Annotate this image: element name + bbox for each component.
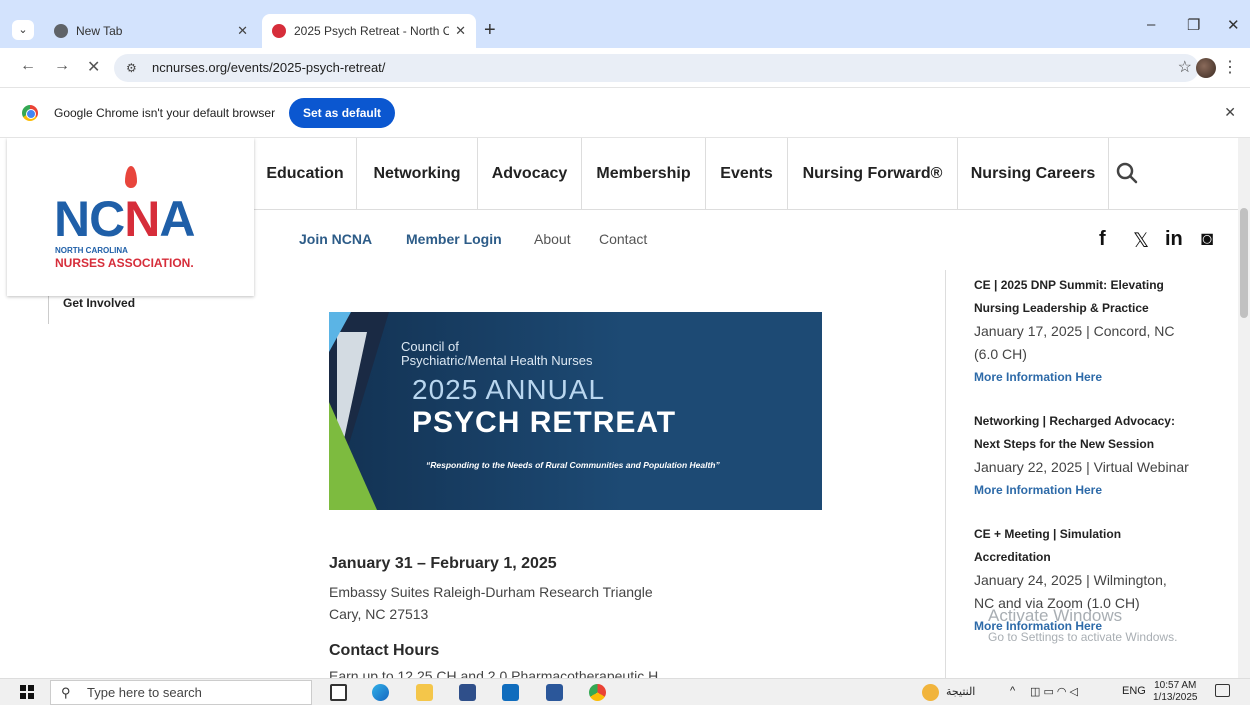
infobar-message: Google Chrome isn't your default browser [54, 106, 276, 120]
tab-psych-retreat[interactable]: 2025 Psych Retreat - North Caro ✕ [262, 14, 476, 48]
activate-windows-subtitle: Go to Settings to activate Windows. [988, 630, 1178, 644]
more-info-link[interactable]: More Information Here [974, 366, 1204, 389]
close-window-icon[interactable]: ✕ [1227, 16, 1240, 34]
tab-close-icon[interactable]: ✕ [237, 23, 248, 39]
page-scrollbar[interactable] [1238, 138, 1250, 678]
infobar-close-icon[interactable]: ✕ [1224, 104, 1236, 121]
contact-hours-text: Earn up to 12.25 CH and 2.0 Pharmacother… [329, 668, 670, 678]
tab-strip: ⌄ New Tab ✕ 2025 Psych Retreat - North C… [0, 0, 1250, 48]
sidebar-event-title[interactable]: CE | 2025 DNP Summit: Elevating Nursing L… [974, 274, 1204, 320]
nav-nursing-careers[interactable]: Nursing Careers [958, 138, 1109, 210]
event-city: Cary, NC 27513 [329, 606, 429, 622]
chrome-favicon-icon [54, 24, 68, 38]
sidebar-event: CE | 2025 DNP Summit: Elevating Nursing L… [974, 274, 1204, 389]
nav-events[interactable]: Events [706, 138, 788, 210]
store-icon[interactable] [459, 684, 476, 701]
language-indicator[interactable]: ENG [1122, 685, 1146, 697]
ncna-logo[interactable]: NCNA NORTH CAROLINA NURSES ASSOCIATION. [7, 138, 254, 296]
search-icon: ⚲ [61, 685, 71, 700]
windows-start-icon[interactable] [20, 685, 34, 699]
activate-windows-title: Activate Windows [988, 606, 1123, 625]
facebook-icon[interactable]: f [1099, 228, 1106, 251]
edge-icon[interactable] [372, 684, 389, 701]
restore-icon[interactable]: ❐ [1187, 16, 1200, 34]
default-browser-infobar: Google Chrome isn't your default browser… [0, 88, 1250, 138]
tab-title: New Tab [76, 24, 123, 38]
tab-title: 2025 Psych Retreat - North Caro [294, 24, 450, 38]
taskbar-search-placeholder: Type here to search [87, 685, 202, 700]
search-icon[interactable] [1116, 162, 1138, 184]
web-page: NCNA NORTH CAROLINA NURSES ASSOCIATION. … [0, 138, 1250, 678]
minimize-icon[interactable]: – [1147, 16, 1155, 33]
sidebar-event-meta: January 17, 2025 | Concord, NC (6.0 CH) [974, 323, 1175, 362]
banner-annual: 2025 ANNUAL [412, 374, 606, 405]
tab-search-button[interactable]: ⌄ [12, 20, 34, 40]
banner-council: Council of Psychiatric/Mental Health Nurs… [401, 339, 593, 368]
linkedin-icon[interactable]: in [1165, 228, 1183, 251]
nav-advocacy[interactable]: Advocacy [478, 138, 582, 210]
chrome-logo-icon [22, 105, 38, 121]
tray-chevron-icon[interactable]: ^ [1010, 685, 1015, 697]
url-text: ncnurses.org/events/2025-psych-retreat/ [152, 60, 386, 75]
logo-line1: NORTH CAROLINA [55, 246, 128, 255]
stop-loading-icon[interactable]: ✕ [87, 57, 100, 77]
nav-nursing-forward[interactable]: Nursing Forward® [788, 138, 958, 210]
chrome-icon[interactable] [589, 684, 606, 701]
browser-toolbar: ← → ✕ ⚙ ncnurses.org/events/2025-psych-r… [0, 48, 1250, 88]
taskbar-clock[interactable]: 10:57 AM 1/13/2025 [1153, 680, 1198, 704]
ncna-favicon-icon [272, 24, 286, 38]
logo-line2: NURSES ASSOCIATION. [55, 256, 194, 270]
bookmark-star-icon[interactable]: ☆ [1178, 57, 1192, 77]
contact-hours-heading: Contact Hours [329, 642, 440, 659]
member-login-link[interactable]: Member Login [406, 231, 502, 247]
site-info-icon[interactable]: ⚙ [126, 54, 137, 82]
nav-education[interactable]: Education [254, 138, 357, 210]
file-explorer-icon[interactable] [416, 684, 433, 701]
menu-kebab-icon[interactable]: ⋮ [1222, 57, 1238, 77]
logo-wordmark: NCNA [54, 191, 195, 247]
instagram-icon[interactable]: ◙ [1201, 228, 1213, 251]
nav-networking[interactable]: Networking [357, 138, 478, 210]
join-ncna-link[interactable]: Join NCNA [299, 231, 372, 247]
clock-date: 1/13/2025 [1153, 692, 1198, 703]
main-navigation: Education Networking Advocacy Membership… [254, 138, 1238, 210]
address-bar[interactable]: ⚙ ncnurses.org/events/2025-psych-retreat… [114, 54, 1199, 82]
outlook-icon[interactable] [502, 684, 519, 701]
forward-icon[interactable]: → [54, 57, 70, 75]
new-tab-icon[interactable]: + [484, 19, 496, 42]
sidebar-event: Networking | Recharged Advocacy: Next Ste… [974, 410, 1204, 502]
scrollbar-thumb[interactable] [1240, 208, 1248, 318]
clock-time: 10:57 AM [1154, 680, 1197, 691]
windows-taskbar: ⚲ Type here to search النتيجة ^ ◫ ▭ ◠ ◁ … [0, 678, 1250, 705]
tray-sys-icons[interactable]: ◫ ▭ ◠ ◁ [1030, 685, 1078, 698]
event-banner: Council of Psychiatric/Mental Health Nurs… [329, 312, 822, 510]
weather-text: النتيجة [946, 686, 976, 698]
taskbar-search-box[interactable]: ⚲ Type here to search [50, 680, 312, 705]
more-info-link[interactable]: More Information Here [974, 479, 1204, 502]
notification-icon[interactable] [1215, 684, 1230, 697]
tab-new-tab[interactable]: New Tab ✕ [44, 14, 258, 48]
event-venue: Embassy Suites Raleigh-Durham Research T… [329, 584, 653, 600]
sidebar-event-title[interactable]: Networking | Recharged Advocacy: Next Ste… [974, 410, 1204, 456]
task-view-icon[interactable] [330, 684, 347, 701]
profile-avatar[interactable] [1196, 58, 1216, 78]
flame-icon [125, 166, 137, 188]
nav-membership[interactable]: Membership [582, 138, 706, 210]
event-date: January 31 – February 1, 2025 [329, 555, 557, 572]
word-icon[interactable] [546, 684, 563, 701]
contact-link[interactable]: Contact [599, 231, 647, 247]
weather-icon[interactable] [922, 684, 939, 701]
banner-title: PSYCH RETREAT [412, 406, 677, 439]
tab-close-icon[interactable]: ✕ [455, 23, 466, 39]
x-twitter-icon[interactable]: 𝕏 [1133, 228, 1149, 253]
banner-tagline: “Responding to the Needs of Rural Commun… [426, 460, 720, 470]
sidebar-event-title[interactable]: CE + Meeting | Simulation Accreditation [974, 523, 1204, 569]
set-default-button[interactable]: Set as default [289, 98, 396, 128]
sidebar-event-meta: January 22, 2025 | Virtual Webinar [974, 459, 1189, 475]
back-icon[interactable]: ← [20, 57, 36, 75]
about-link[interactable]: About [534, 231, 571, 247]
